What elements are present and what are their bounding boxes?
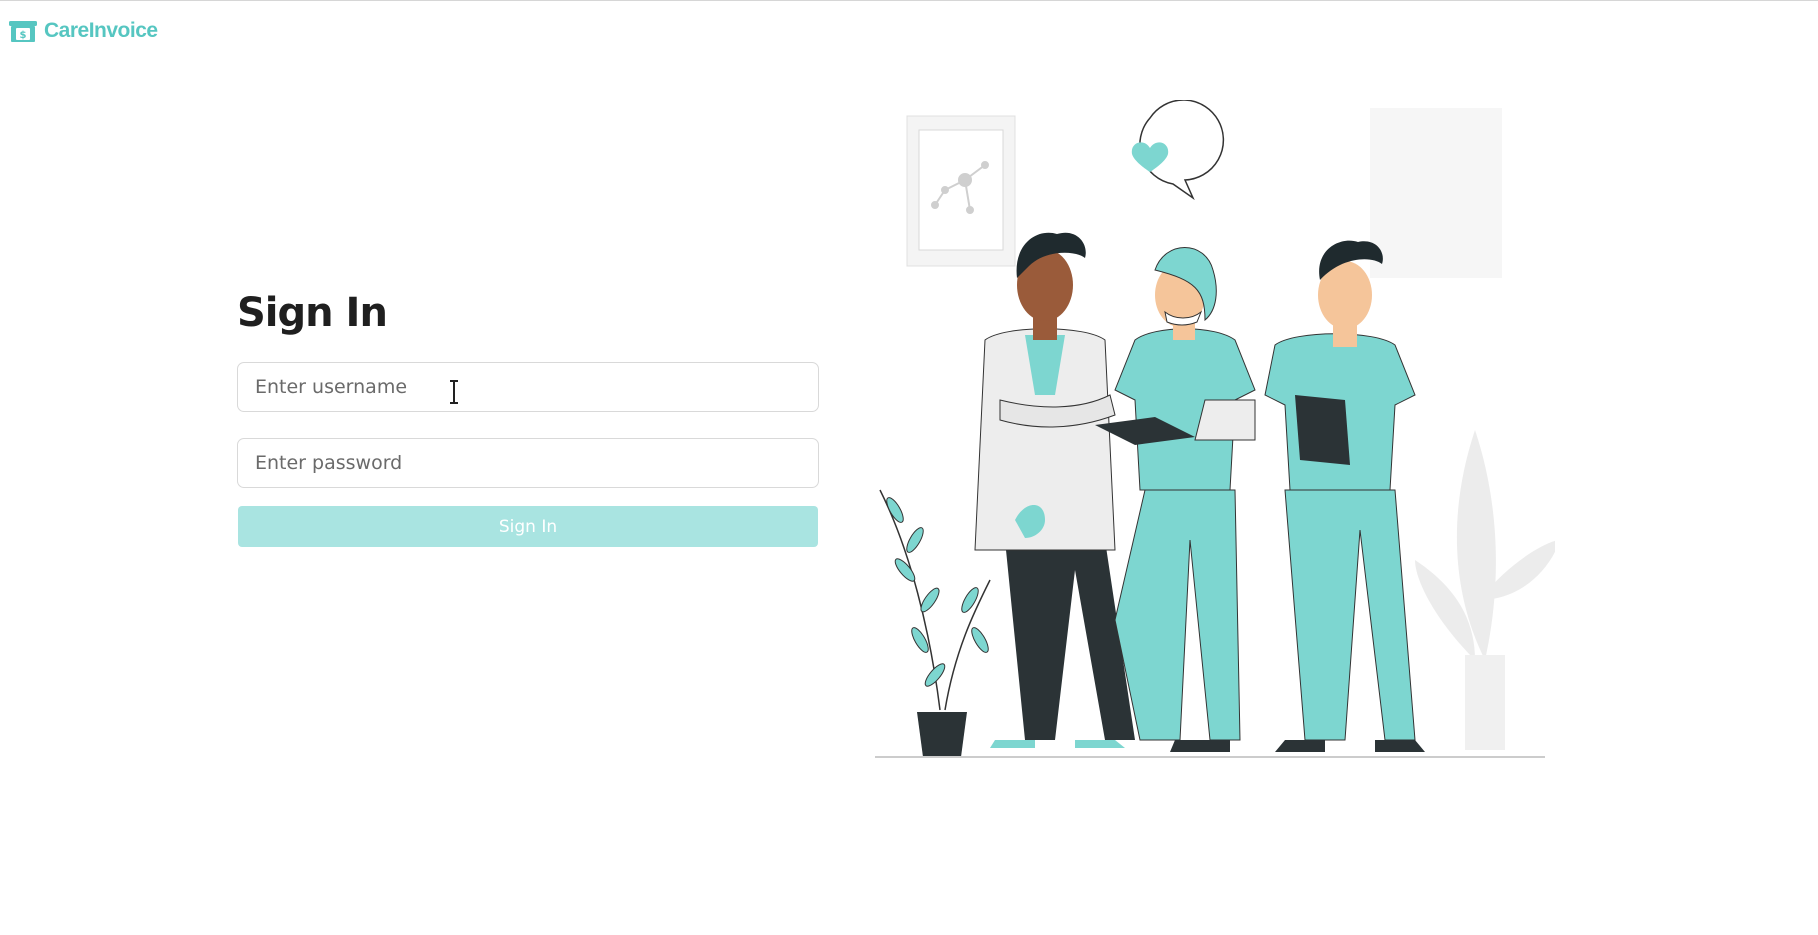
brand-logo[interactable]: $ CareInvoice [8,14,158,48]
medical-staff-illustration [875,100,1555,758]
signin-button[interactable]: Sign In [238,506,818,547]
wall-poster-icon [1370,108,1502,278]
svg-text:$: $ [20,30,27,41]
username-input[interactable] [237,362,819,412]
page-title: Sign In [237,290,388,336]
wall-frame-icon [906,115,1016,267]
background-plant-icon [1415,430,1555,750]
text-cursor-icon [450,380,458,404]
doctor-figure [974,232,1135,748]
top-border [0,0,1818,1]
invoice-register-icon: $ [9,21,37,42]
potted-plant-icon [879,489,991,757]
brand-name: CareInvoice [44,19,158,42]
password-input[interactable] [237,438,819,488]
signin-form: Sign In Sign In [237,290,819,547]
male-nurse-figure [1264,240,1425,752]
heart-speech-bubble-icon [1131,100,1225,201]
